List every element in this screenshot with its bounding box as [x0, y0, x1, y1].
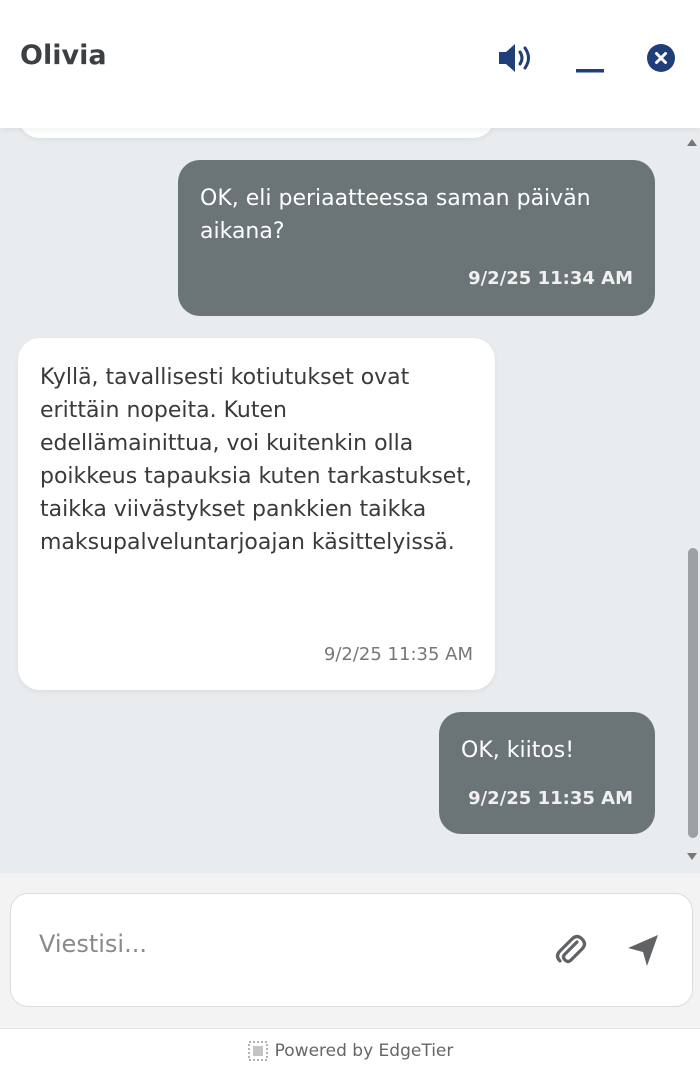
footer: Powered by EdgeTier: [0, 1028, 700, 1072]
message-text: OK, kiitos!: [461, 738, 575, 763]
scroll-down-arrow-icon[interactable]: [685, 850, 699, 862]
chat-scrollbar[interactable]: [684, 128, 700, 873]
message-text: Kyllä, tavallisesti kotiutukset ovat eri…: [40, 365, 472, 555]
message-agent: Kyllä, tavallisesti kotiutukset ovat eri…: [18, 338, 495, 690]
send-button[interactable]: [623, 930, 663, 970]
message-user: OK, eli periaatteessa saman päivän aikan…: [178, 160, 655, 316]
message-list[interactable]: OK, eli periaatteessa saman päivän aikan…: [0, 128, 700, 873]
message-input-box: [10, 893, 693, 1007]
message-timestamp: 9/2/25 11:35 AM: [323, 644, 473, 665]
message-timestamp: 9/2/25 11:35 AM: [468, 788, 633, 809]
powered-by-text: Powered by EdgeTier: [274, 1040, 454, 1061]
edgetier-logo-icon: [247, 1040, 268, 1061]
scrollbar-thumb[interactable]: [688, 548, 698, 838]
close-icon: [647, 44, 675, 72]
scroll-up-arrow-icon[interactable]: [685, 136, 699, 148]
speaker-icon: [499, 44, 530, 72]
message-timestamp: 9/2/25 11:34 AM: [468, 268, 633, 289]
composer: [0, 873, 700, 1028]
message-input[interactable]: [39, 930, 519, 958]
message-user: OK, kiitos! 9/2/25 11:35 AM: [439, 712, 655, 834]
close-button[interactable]: [641, 38, 681, 78]
paperclip-icon: [555, 934, 587, 964]
send-icon: [628, 935, 658, 966]
agent-name: Olivia: [20, 40, 107, 71]
attach-button[interactable]: [551, 930, 591, 970]
minimize-icon: [576, 69, 604, 73]
message-agent-partial: [18, 128, 495, 138]
message-text: OK, eli periaatteessa saman päivän aikan…: [200, 186, 591, 244]
chat-header: Olivia: [0, 0, 700, 128]
minimize-button[interactable]: [570, 38, 610, 78]
sound-button[interactable]: [496, 38, 536, 78]
